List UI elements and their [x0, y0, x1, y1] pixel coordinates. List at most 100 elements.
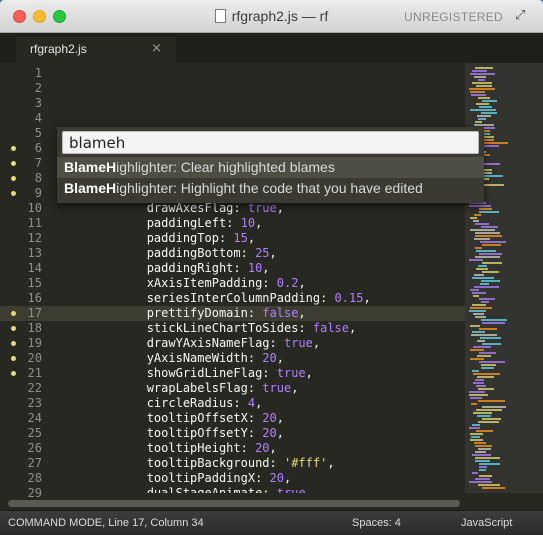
status-bar: COMMAND MODE, Line 17, Column 34 Spaces:…: [0, 510, 543, 535]
minimap-line: [473, 295, 479, 297]
minimap-line: [479, 466, 487, 468]
unregistered-label: UNREGISTERED: [404, 10, 503, 24]
code-token: 10: [247, 261, 263, 275]
palette-item-text: ighlighter: Clear highlighted blames: [116, 159, 335, 175]
minimap-line: [473, 412, 492, 414]
minimap-line: [475, 316, 486, 318]
minimap-line: [478, 118, 486, 120]
code-token: '#fff': [283, 456, 328, 470]
modified-line-marker: [11, 146, 16, 151]
code-token: showGridLineFlag:: [60, 366, 277, 380]
code-token: ,: [298, 276, 306, 290]
minimap-line: [473, 220, 479, 222]
code-line: dualStageAnimate: true: [60, 486, 306, 493]
modified-line-marker: [11, 311, 16, 316]
code-token: true: [283, 336, 313, 350]
minimap-line: [470, 349, 484, 351]
line-number: 26: [27, 441, 42, 455]
code-line: tooltipOffsetX: 20,: [60, 411, 284, 426]
minimap-line: [476, 250, 496, 252]
minimap-line: [476, 385, 486, 387]
code-token: 20: [262, 411, 277, 425]
code-token: true: [276, 366, 306, 380]
code-token: paddingTop:: [60, 231, 234, 245]
code-token: 0.2: [276, 276, 299, 290]
palette-item-highlight-edited[interactable]: BlameHighlighter: Highlight the code tha…: [57, 178, 484, 199]
minimap-line: [469, 88, 495, 90]
minimap-line: [472, 331, 485, 333]
code-token: stickLineChartToSides:: [60, 321, 313, 335]
line-number: 24: [27, 411, 42, 425]
line-number: 9: [34, 186, 42, 200]
minimap-line: [479, 106, 492, 108]
code-token: seriesInterColumnPadding:: [60, 291, 335, 305]
horizontal-scrollbar[interactable]: [8, 500, 460, 507]
minimap-line: [475, 460, 490, 462]
code-line: tooltipHeight: 20,: [60, 441, 277, 456]
code-line: xAxisItemPadding: 0.2,: [60, 276, 306, 291]
minimap-line: [474, 238, 490, 240]
minimap-line: [475, 247, 482, 249]
minimap-line: [471, 403, 477, 405]
code-token: wrapLabelsFlag:: [60, 381, 263, 395]
minimap-line: [474, 286, 499, 288]
syntax-selector[interactable]: JavaScript: [461, 511, 512, 535]
minimap-line: [477, 355, 491, 357]
code-token: tooltipHeight:: [60, 441, 256, 455]
modified-line-marker: [11, 341, 16, 346]
minimap-line: [472, 277, 494, 279]
palette-item-match: BlameH: [64, 180, 117, 196]
line-number: 7: [34, 156, 42, 170]
code-token: false: [312, 321, 349, 335]
code-token: ,: [312, 336, 321, 350]
minimap-line: [470, 91, 485, 93]
minimap-line: [476, 268, 488, 270]
line-number: 5: [34, 126, 42, 140]
editor-window: rfgraph2.js — rf UNREGISTERED ⤢ rfgraph2…: [0, 0, 543, 535]
code-token: true: [247, 201, 277, 215]
close-icon[interactable]: ×: [151, 41, 162, 56]
editor-area[interactable]: 1 2 3 4 5 6 7 8 9 10 11 12 13 14 15 16 17 18 19 20 21 22 23 24 2…: [0, 63, 543, 507]
command-palette: blameh BlameHighlighter: Clear highlight…: [57, 127, 484, 203]
line-number: 16: [27, 291, 42, 305]
minimap-line: [479, 352, 496, 354]
code-token: 25: [255, 246, 270, 260]
line-number: 17: [27, 306, 42, 320]
line-number: 4: [34, 111, 42, 125]
minimap-line: [475, 457, 500, 459]
code-line: drawYAxisNameFlag: true,: [60, 336, 320, 351]
minimap-line: [473, 373, 500, 375]
code-token: ,: [298, 306, 306, 320]
tab-rfgraph2[interactable]: rfgraph2.js ×: [16, 36, 176, 63]
minimap-line: [476, 430, 493, 432]
minimap-line: [479, 211, 499, 213]
code-token: ,: [255, 216, 263, 230]
minimap-line: [475, 379, 484, 381]
minimap-line: [482, 322, 505, 324]
minimap-line: [470, 229, 495, 231]
tab-label: rfgraph2.js: [30, 42, 87, 56]
code-token: paddingBottom:: [60, 246, 256, 260]
line-number: 1: [34, 66, 42, 80]
minimap-line: [478, 97, 490, 99]
fullscreen-arrows-icon[interactable]: ⤢: [515, 9, 529, 23]
minimap-line: [472, 472, 478, 474]
modified-line-marker: [11, 371, 16, 376]
minimap-line: [477, 376, 494, 378]
minimap-line: [475, 223, 489, 225]
line-number: 2: [34, 81, 42, 95]
command-palette-input[interactable]: blameh: [62, 131, 479, 154]
minimap-line: [482, 262, 502, 264]
code-token: false: [262, 306, 299, 320]
minimap-line: [471, 334, 497, 336]
indentation-setting[interactable]: Spaces: 4: [352, 511, 401, 535]
line-number: 20: [27, 351, 42, 365]
minimap-line: [475, 235, 502, 237]
code-line: drawAxesFlag: true,: [60, 201, 284, 216]
minimap-line: [473, 346, 491, 348]
code-line: circleRadius: 4,: [60, 396, 263, 411]
code-token: 20: [255, 441, 270, 455]
modified-line-marker: [11, 176, 16, 181]
minimap-line: [470, 397, 482, 399]
palette-item-clear-blames[interactable]: BlameHighlighter: Clear highlighted blam…: [57, 157, 484, 178]
